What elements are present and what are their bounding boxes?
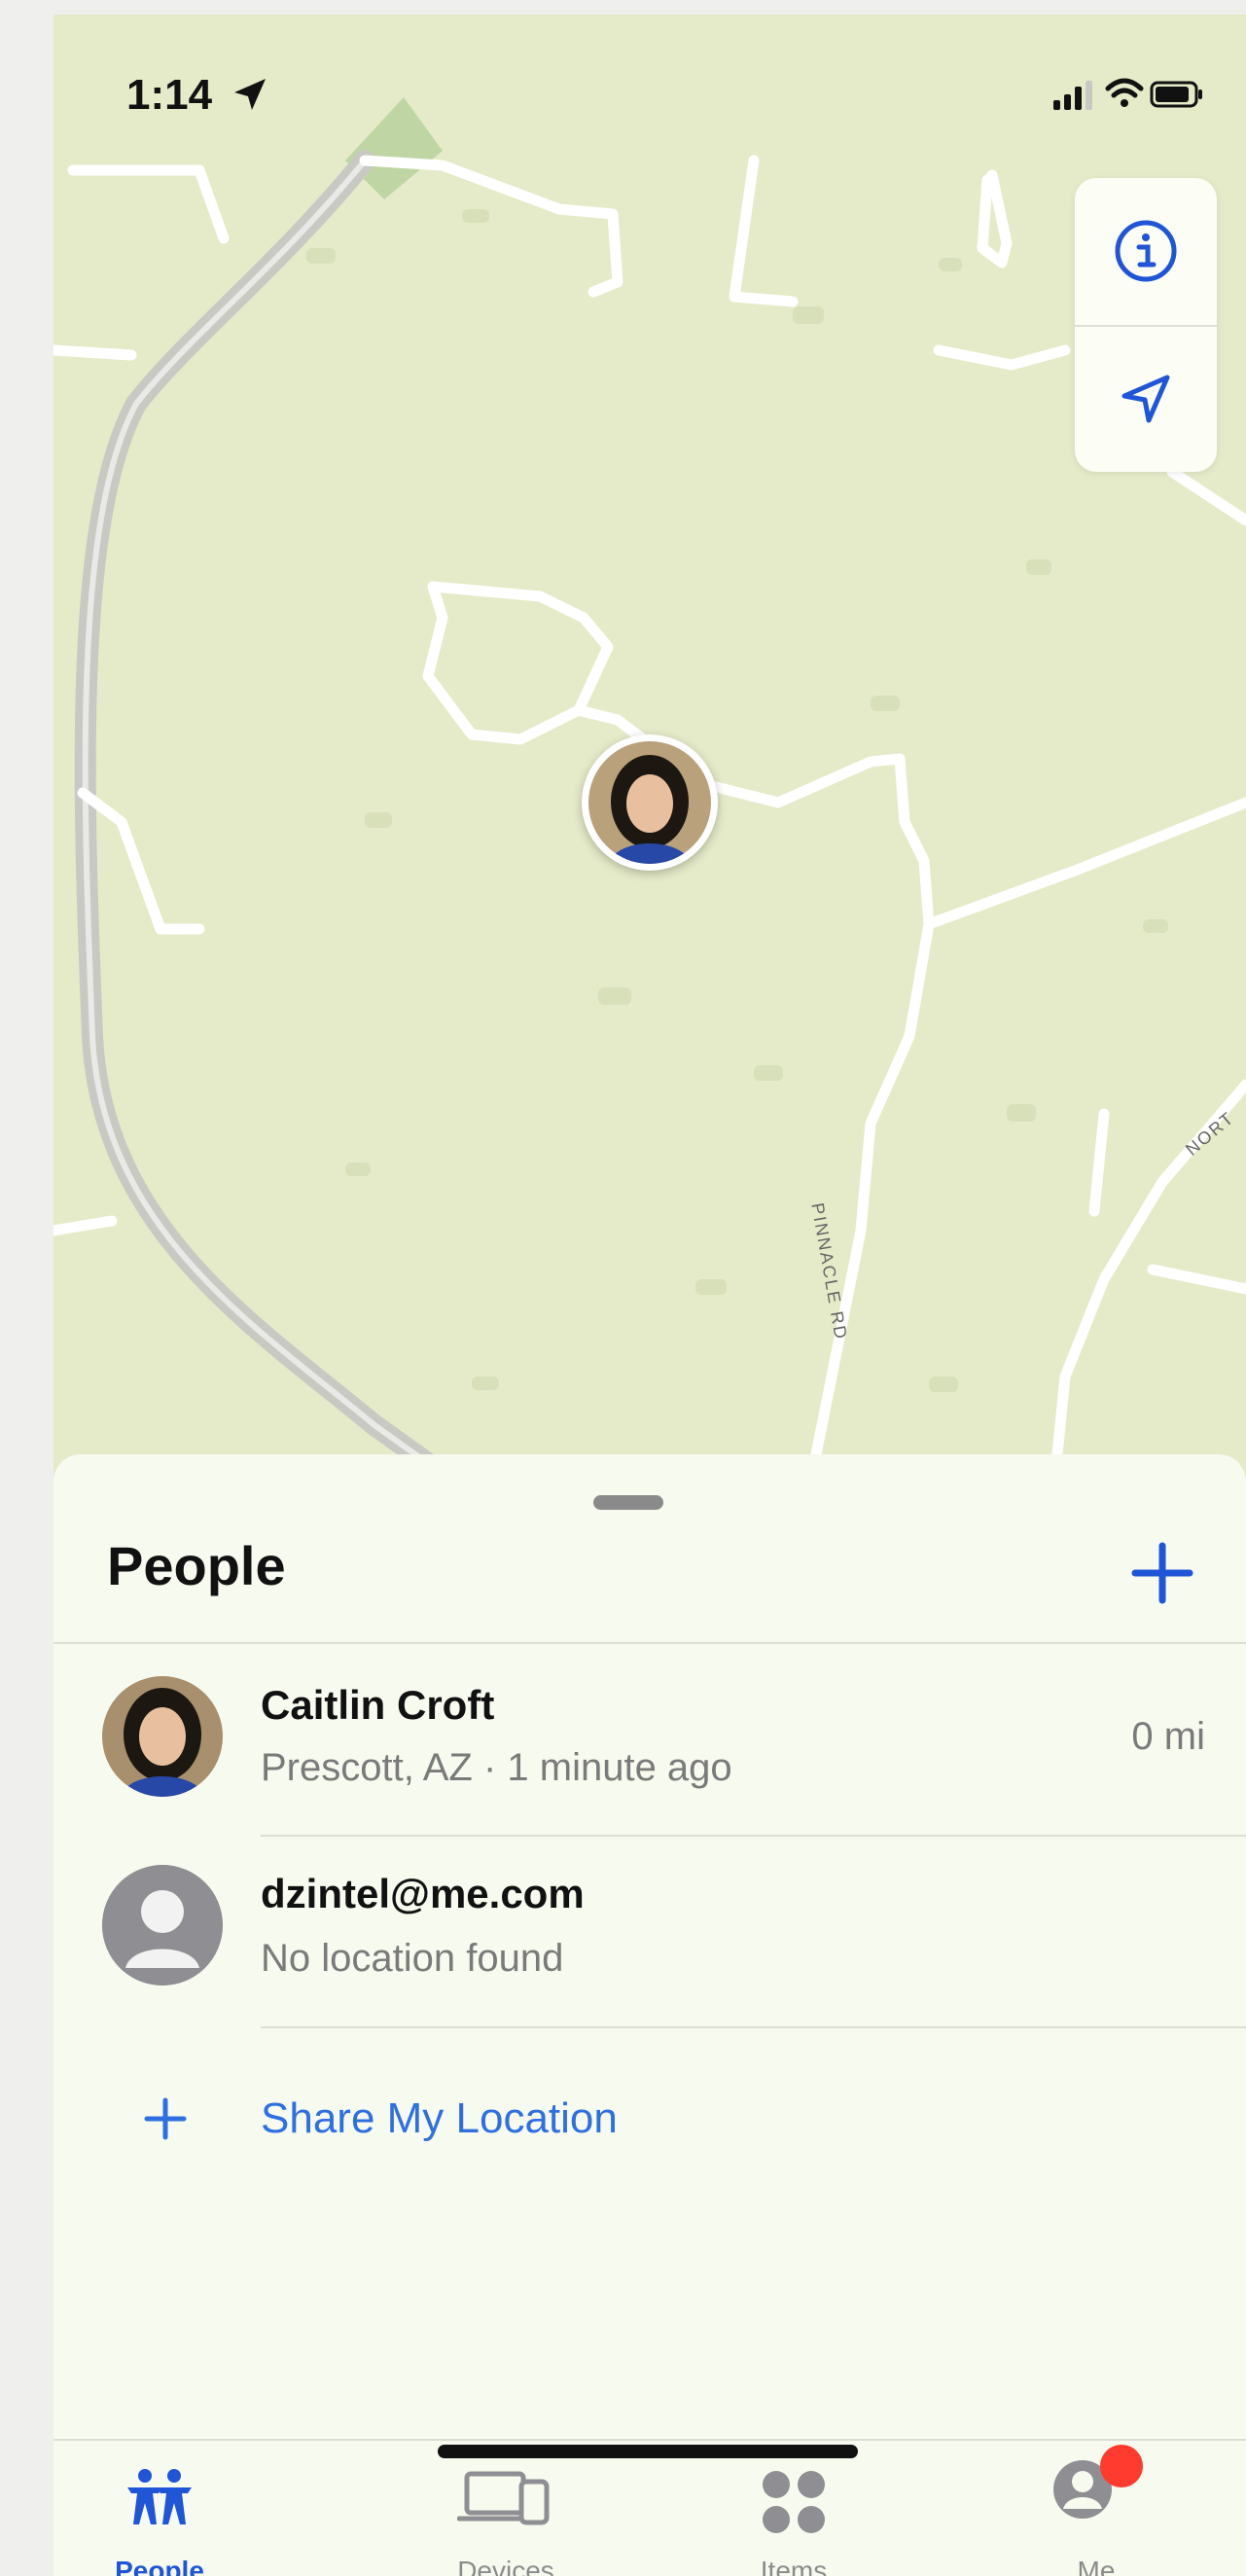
avatar — [102, 1865, 223, 1986]
signal-wifi-battery-icon — [1053, 78, 1202, 110]
map-view[interactable]: PINNACLE RD NORT — [53, 15, 1246, 1474]
locate-me-button[interactable] — [1075, 326, 1217, 472]
items-icon — [763, 2471, 825, 2533]
people-sheet: People Caitlin Croft Prescott, AZ · 1 mi… — [53, 1454, 1246, 2576]
list-item[interactable]: dzintel@me.com No location found — [53, 1836, 1246, 2021]
home-indicator — [438, 2445, 858, 2458]
tab-devices[interactable]: Devices — [409, 2441, 603, 2576]
person-location: No location found — [261, 1937, 564, 1980]
location-arrow-icon — [1121, 375, 1170, 423]
tab-label: People — [115, 2556, 204, 2576]
person-distance: 0 mi — [1131, 1715, 1205, 1758]
share-my-location-button[interactable]: Share My Location — [53, 2065, 1246, 2182]
status-bar: 1:14 — [53, 15, 1246, 170]
map-controls — [1075, 178, 1217, 472]
avatar-photo — [588, 741, 711, 864]
status-icons — [1051, 75, 1207, 119]
tab-label: Me — [1077, 2556, 1116, 2576]
plus-icon — [1131, 1542, 1193, 1604]
sheet-title: People — [107, 1535, 286, 1596]
person-location: Prescott, AZ · 1 minute ago — [261, 1746, 732, 1789]
location-arrow-icon — [234, 79, 266, 110]
share-my-location-label: Share My Location — [261, 2094, 618, 2142]
phone-screen: PINNACLE RD NORT 1:14 People Caitlin Cro… — [53, 15, 1246, 2576]
info-icon — [1115, 220, 1177, 282]
add-person-button[interactable] — [1123, 1534, 1201, 1612]
list-item[interactable]: Caitlin Croft Prescott, AZ · 1 minute ag… — [53, 1645, 1246, 1830]
avatar — [102, 1676, 223, 1797]
map-info-button[interactable] — [1075, 178, 1217, 324]
people-icon — [127, 2469, 192, 2524]
divider — [261, 2026, 1246, 2028]
devices-icon — [457, 2471, 550, 2525]
tab-label: Devices — [457, 2556, 554, 2576]
person-placeholder-icon — [102, 1865, 223, 1986]
sheet-grabber[interactable] — [593, 1495, 663, 1510]
plus-icon — [144, 2097, 187, 2140]
person-name: dzintel@me.com — [261, 1871, 585, 1916]
tab-people[interactable]: People — [62, 2441, 257, 2576]
status-time: 1:14 — [126, 71, 213, 119]
person-name: Caitlin Croft — [261, 1682, 495, 1728]
tab-label: Items — [760, 2556, 828, 2576]
divider — [53, 1642, 1246, 1644]
tab-items[interactable]: Items — [696, 2441, 891, 2576]
tab-bar: People Devices Items Me — [53, 2439, 1246, 2576]
me-icon — [1053, 2445, 1143, 2519]
map-person-marker[interactable] — [582, 734, 718, 871]
tab-me[interactable]: Me — [999, 2441, 1193, 2576]
notification-badge — [1100, 2445, 1143, 2487]
